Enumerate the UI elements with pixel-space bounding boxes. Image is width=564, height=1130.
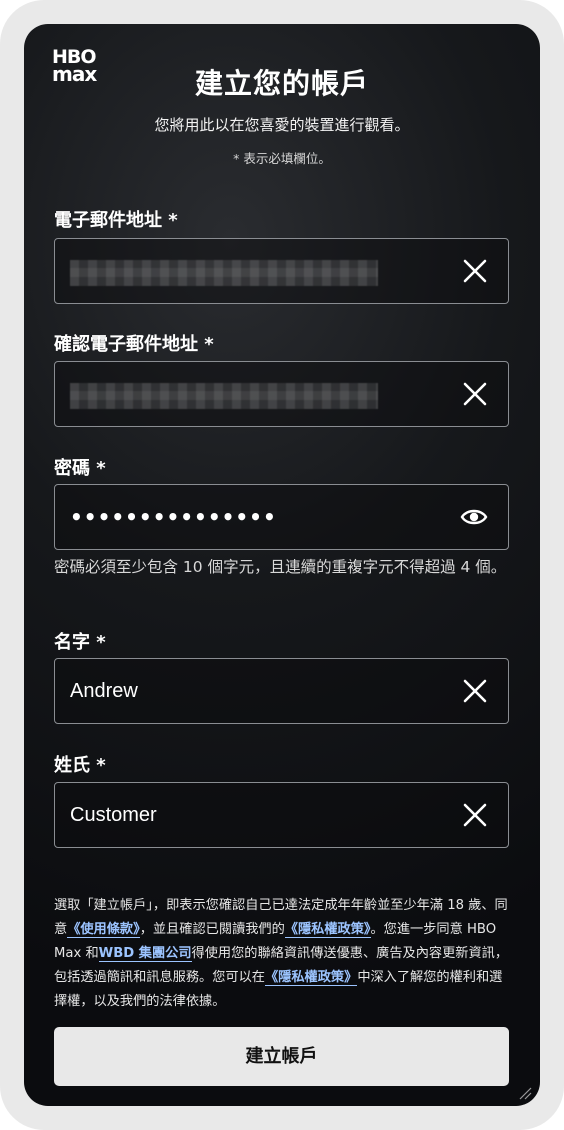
page-title: 建立您的帳戶 [194,67,369,100]
confirm-email-field[interactable] [54,361,509,427]
resize-handle-icon [519,1087,532,1100]
confirm-email-value-redacted [70,383,378,409]
legal-consent-text: 選取「建立帳戶」，即表示您確認自己已達法定成年年齡並至少年滿 18 歲、同意《使… [54,894,514,1014]
email-value-redacted [70,260,378,286]
first-name-label: 名字 * [54,632,106,653]
terms-of-use-link[interactable]: 《使用條款》 [67,922,140,938]
password-label: 密碼 * [54,458,106,479]
close-icon[interactable] [462,381,488,407]
email-label: 電子郵件地址 * [54,210,178,231]
last-name-label: 姓氏 * [54,755,106,776]
device-frame: HBO max 建立您的帳戶 您將用此以在您喜愛的裝置進行觀看。 * 表示必填欄… [0,0,564,1130]
first-name-field[interactable]: Andrew [54,658,509,724]
legal-text-part2: ，並且確認已閱讀我們的 [139,922,285,937]
privacy-policy-link-2[interactable]: 《隱私權政策》 [265,970,358,986]
email-field[interactable] [54,238,509,304]
privacy-policy-link[interactable]: 《隱私權政策》 [284,922,371,938]
signup-screen: HBO max 建立您的帳戶 您將用此以在您喜愛的裝置進行觀看。 * 表示必填欄… [24,24,540,1106]
password-value: ••••••••••••••• [70,505,277,529]
first-name-value: Andrew [70,680,138,702]
create-account-button[interactable]: 建立帳戶 [54,1027,509,1086]
close-icon[interactable] [462,678,488,704]
wbd-companies-link[interactable]: WBD 集團公司 [98,946,192,962]
last-name-value: Customer [70,804,157,826]
password-hint: 密碼必須至少包含 10 個字元，且連續的重複字元不得超過 4 個。 [54,558,507,576]
last-name-field[interactable]: Customer [54,782,509,848]
required-note: * 表示必填欄位。 [233,151,331,166]
close-icon[interactable] [462,258,488,284]
close-icon[interactable] [462,802,488,828]
password-field[interactable]: ••••••••••••••• [54,484,509,550]
eye-icon[interactable] [460,505,488,529]
confirm-email-label: 確認電子郵件地址 * [54,334,214,355]
page-subtitle: 您將用此以在您喜愛的裝置進行觀看。 [154,116,410,134]
